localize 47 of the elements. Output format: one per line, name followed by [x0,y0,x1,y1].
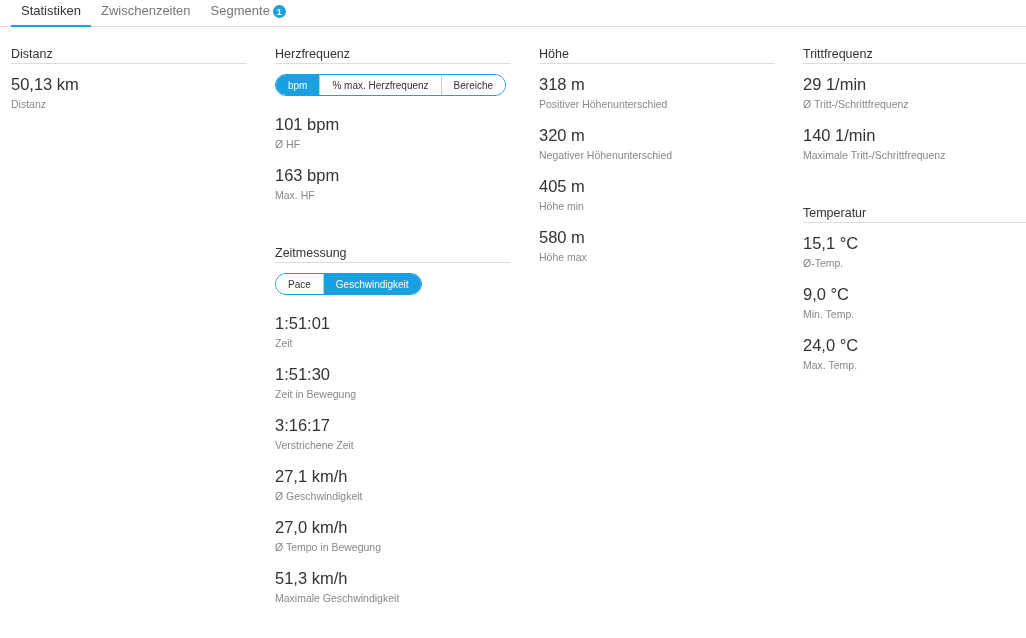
stat-value: 29 1/min [803,74,868,95]
stat-label: Positiver Höhenunterschied [539,98,669,110]
stat-label: Höhe max [539,251,588,263]
section-heading: Zeitmessung [275,246,511,263]
stat-value: 140 1/min [803,125,877,146]
stat-value: 24,0 °C [803,335,860,356]
stat-label: Max. Temp. [803,359,859,371]
stat-value: 405 m [539,176,586,197]
tab[interactable]: Statistiken [11,0,91,27]
stat-label: Ø-Temp. [803,257,845,269]
stat-label: Maximale Geschwindigkeit [275,592,401,604]
stat-label: Maximale Tritt-/Schrittfrequenz [803,149,947,161]
stat-value: 51,3 km/h [275,568,349,589]
toggle-option[interactable]: Bereiche [440,75,506,95]
stat-label: Distanz [11,98,47,110]
stat-label: Ø HF [275,138,302,150]
stat-value: 1:51:30 [275,364,332,385]
stat-value: 320 m [539,125,586,146]
stat-value: 163 bpm [275,165,341,186]
stat-value: 580 m [539,227,586,248]
section-heading: Höhe [539,47,775,64]
stat-label: Max. HF [275,189,316,201]
stat-value: 27,0 km/h [275,517,349,538]
tab[interactable]: Segmente 1 [200,0,296,27]
stat-value: 3:16:17 [275,415,332,436]
stat-label: Ø Tritt-/Schrittfrequenz [803,98,910,110]
stat-label: Negativer Höhenunterschied [539,149,674,161]
stat-value: 27,1 km/h [275,466,349,487]
count-badge: 1 [272,5,286,18]
stat-value: 1:51:01 [275,313,332,334]
stat-label: Verstrichene Zeit [275,439,355,451]
stat-label: Zeit in Bewegung [275,388,358,400]
stat-label: Zeit [275,337,294,349]
section-heading: Distanz [11,47,247,64]
section-heading: Trittfrequenz [803,47,1026,64]
stat-value: 50,13 km [11,74,80,95]
stat-label: Ø Tempo in Bewegung [275,541,383,553]
section-heading: Herzfrequenz [275,47,511,64]
stat-label: Min. Temp. [803,308,856,320]
stat-value: 9,0 °C [803,284,851,305]
stat-label: Höhe min [539,200,585,212]
stat-value: 318 m [539,74,586,95]
stat-value: 15,1 °C [803,233,860,254]
stat-value: 101 bpm [275,114,341,135]
stat-label: Ø Geschwindigkeit [275,490,364,502]
tab[interactable]: Zwischenzeiten [91,0,201,27]
section-heading: Temperatur [803,206,1026,223]
